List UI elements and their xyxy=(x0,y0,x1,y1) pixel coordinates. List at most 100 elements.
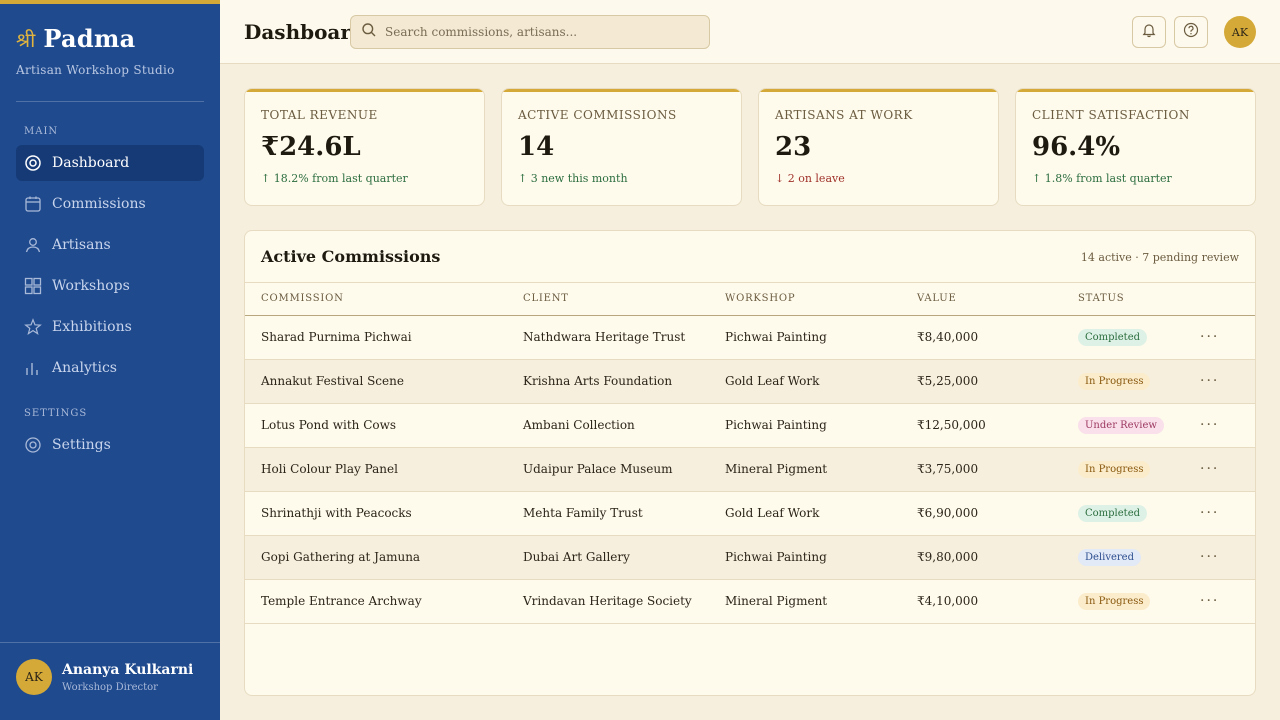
cell-value: ₹6,90,000 xyxy=(917,491,1078,536)
table-row[interactable]: Shrinathji with Peacocks Mehta Family Tr… xyxy=(245,491,1255,536)
table-header-row: Commission Client Workshop Value Status xyxy=(245,283,1255,316)
status-badge: Completed xyxy=(1078,504,1148,522)
brand[interactable]: श्री Padma Artisan Workshop Studio xyxy=(0,4,220,77)
sidebar-item-label: Analytics xyxy=(52,360,117,376)
help-icon xyxy=(1183,22,1199,42)
avatar: AK xyxy=(16,659,52,695)
nav-section-main: MAIN xyxy=(24,126,59,137)
brand-logo-glyph: श्री xyxy=(16,28,36,52)
table-row[interactable]: Sharad Purnima Pichwai Nathdwara Heritag… xyxy=(245,315,1255,360)
sidebar: श्री Padma Artisan Workshop Studio MAIN … xyxy=(0,0,220,720)
row-menu-button[interactable]: ··· xyxy=(1196,593,1219,609)
cell-workshop: Pichwai Painting xyxy=(725,403,917,448)
table-row[interactable]: Lotus Pond with Cows Ambani Collection P… xyxy=(245,403,1255,448)
cell-commission: Lotus Pond with Cows xyxy=(245,403,523,448)
stat-delta: ↑ 18.2% from last quarter xyxy=(261,172,408,185)
panel-meta: 14 active · 7 pending review xyxy=(1080,251,1239,264)
column-header-actions xyxy=(1196,283,1255,316)
sidebar-item-workshops[interactable]: Workshops xyxy=(16,268,204,304)
cell-value: ₹3,75,000 xyxy=(917,447,1078,492)
user-role: Workshop Director xyxy=(62,681,158,693)
stats-row: Total Revenue ₹24.6L ↑ 18.2% from last q… xyxy=(244,88,1256,206)
settings-nav: Settings xyxy=(0,427,220,463)
stat-card-client-satisfaction: Client Satisfaction 96.4% ↑ 1.8% from la… xyxy=(1015,88,1256,206)
stat-card-artisans-at-work: Artisans at Work 23 ↓ 2 on leave xyxy=(758,88,999,206)
header-avatar[interactable]: AK xyxy=(1224,16,1256,48)
user-name: Ananya Kulkarni xyxy=(62,661,194,678)
cell-commission: Gopi Gathering at Jamuna xyxy=(245,535,523,580)
stat-delta: ↓ 2 on leave xyxy=(775,172,845,185)
sidebar-item-dashboard[interactable]: Dashboard xyxy=(16,145,204,181)
column-header-status[interactable]: Status xyxy=(1078,283,1196,316)
gear-icon xyxy=(24,436,42,454)
stat-value: ₹24.6L xyxy=(261,132,361,162)
cell-workshop: Pichwai Painting xyxy=(725,315,917,360)
row-menu-button[interactable]: ··· xyxy=(1196,549,1219,565)
commissions-table: Commission Client Workshop Value Status … xyxy=(245,283,1255,624)
cell-value: ₹9,80,000 xyxy=(917,535,1078,580)
stat-delta: ↑ 1.8% from last quarter xyxy=(1032,172,1172,185)
user-icon xyxy=(24,236,42,254)
card-accent-bar xyxy=(759,89,998,92)
sidebar-item-label: Artisans xyxy=(52,237,111,253)
cell-client: Krishna Arts Foundation xyxy=(523,359,725,404)
cell-value: ₹4,10,000 xyxy=(917,579,1078,624)
column-header-commission[interactable]: Commission xyxy=(245,283,523,316)
cell-commission: Sharad Purnima Pichwai xyxy=(245,315,523,360)
sidebar-item-settings[interactable]: Settings xyxy=(16,427,204,463)
cell-value: ₹5,25,000 xyxy=(917,359,1078,404)
stat-value: 23 xyxy=(775,132,812,162)
table-row[interactable]: Temple Entrance Archway Vrindavan Herita… xyxy=(245,579,1255,624)
bell-icon xyxy=(1141,22,1157,42)
page-title: Dashboard xyxy=(244,20,365,44)
sidebar-item-label: Settings xyxy=(52,437,111,453)
status-badge: Completed xyxy=(1078,328,1148,346)
search-input[interactable] xyxy=(385,25,695,39)
column-header-workshop[interactable]: Workshop xyxy=(725,283,917,316)
sidebar-item-commissions[interactable]: Commissions xyxy=(16,186,204,222)
stat-value: 96.4% xyxy=(1032,132,1121,162)
stat-label: Active Commissions xyxy=(518,108,677,122)
cell-workshop: Mineral Pigment xyxy=(725,447,917,492)
stat-delta: ↑ 3 new this month xyxy=(518,172,628,185)
calendar-icon xyxy=(24,195,42,213)
row-menu-button[interactable]: ··· xyxy=(1196,329,1219,345)
bar-chart-icon xyxy=(24,359,42,377)
row-menu-button[interactable]: ··· xyxy=(1196,461,1219,477)
cell-workshop: Mineral Pigment xyxy=(725,579,917,624)
stat-label: Client Satisfaction xyxy=(1032,108,1190,122)
stat-label: Total Revenue xyxy=(261,108,378,122)
column-header-client[interactable]: Client xyxy=(523,283,725,316)
cell-workshop: Pichwai Painting xyxy=(725,535,917,580)
table-row[interactable]: Annakut Festival Scene Krishna Arts Foun… xyxy=(245,359,1255,404)
notifications-button[interactable] xyxy=(1132,16,1166,48)
row-menu-button[interactable]: ··· xyxy=(1196,417,1219,433)
panel-title: Active Commissions xyxy=(261,247,441,266)
status-badge: In Progress xyxy=(1078,372,1151,390)
status-badge: In Progress xyxy=(1078,460,1151,478)
column-header-value[interactable]: Value xyxy=(917,283,1078,316)
cell-client: Vrindavan Heritage Society xyxy=(523,579,725,624)
cell-client: Udaipur Palace Museum xyxy=(523,447,725,492)
sidebar-item-label: Workshops xyxy=(52,278,130,294)
sidebar-item-artisans[interactable]: Artisans xyxy=(16,227,204,263)
sidebar-item-analytics[interactable]: Analytics xyxy=(16,350,204,386)
nav-section-settings: SETTINGS xyxy=(24,408,88,419)
stat-card-active-commissions: Active Commissions 14 ↑ 3 new this month xyxy=(501,88,742,206)
cell-workshop: Gold Leaf Work xyxy=(725,491,917,536)
main-nav: Dashboard Commissions Artisans Workshops… xyxy=(0,145,220,386)
sidebar-user[interactable]: AK Ananya Kulkarni Workshop Director xyxy=(0,642,220,720)
row-menu-button[interactable]: ··· xyxy=(1196,373,1219,389)
row-menu-button[interactable]: ··· xyxy=(1196,505,1219,521)
top-header: Dashboard AK xyxy=(220,0,1280,64)
search-box[interactable] xyxy=(350,15,710,49)
sidebar-item-exhibitions[interactable]: Exhibitions xyxy=(16,309,204,345)
status-badge: Under Review xyxy=(1078,416,1164,434)
table-row[interactable]: Holi Colour Play Panel Udaipur Palace Mu… xyxy=(245,447,1255,492)
table-row[interactable]: Gopi Gathering at Jamuna Dubai Art Galle… xyxy=(245,535,1255,580)
stat-card-total-revenue: Total Revenue ₹24.6L ↑ 18.2% from last q… xyxy=(244,88,485,206)
help-button[interactable] xyxy=(1174,16,1208,48)
sidebar-item-label: Commissions xyxy=(52,196,146,212)
stat-label: Artisans at Work xyxy=(775,108,913,122)
sidebar-divider xyxy=(16,101,204,102)
